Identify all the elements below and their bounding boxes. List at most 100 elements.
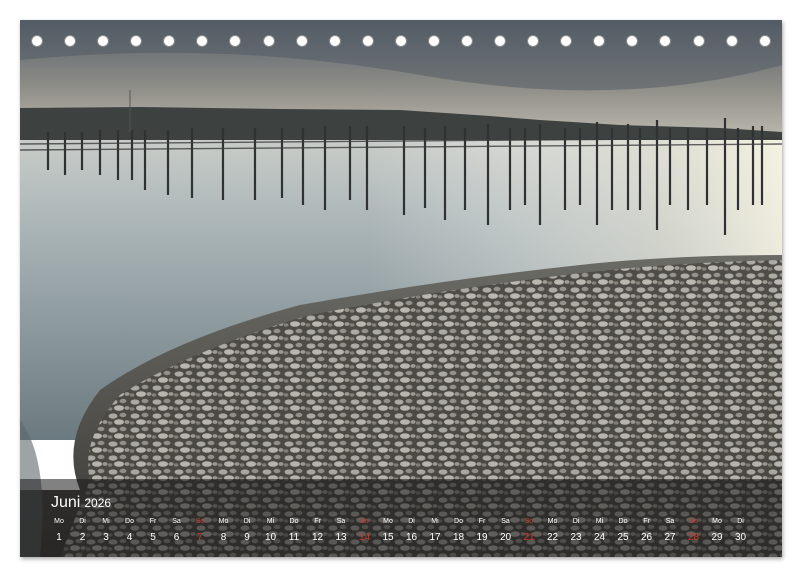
day-cell: Mo 29 bbox=[705, 517, 729, 545]
weekday-label: Di bbox=[572, 518, 580, 525]
binding-holes bbox=[31, 35, 771, 49]
weekday-label: Fr bbox=[149, 518, 157, 525]
day-number: 19 bbox=[476, 532, 488, 543]
weekday-label: So bbox=[689, 518, 698, 525]
weekday-label: Mo bbox=[712, 518, 722, 525]
day-number: 4 bbox=[126, 532, 133, 543]
day-number: 17 bbox=[429, 532, 441, 543]
weekday-label: Di bbox=[79, 518, 86, 525]
lake-photo bbox=[20, 20, 782, 557]
day-cell: Sa 27 bbox=[658, 517, 682, 545]
day-number: 28 bbox=[687, 532, 700, 543]
weekday-label: Do bbox=[454, 518, 463, 525]
day-number: 1 bbox=[56, 532, 62, 543]
day-cell: Mo 8 bbox=[212, 517, 236, 545]
weekday-label: Do bbox=[618, 518, 628, 525]
binding-hole bbox=[725, 35, 738, 47]
day-cell: Do 18 bbox=[447, 517, 471, 545]
day-cell: Di 9 bbox=[235, 517, 259, 545]
binding-hole bbox=[758, 35, 771, 47]
day-number: 8 bbox=[220, 532, 227, 543]
weekday-label: Mo bbox=[383, 518, 393, 525]
day-number: 26 bbox=[640, 532, 653, 543]
day-number: 29 bbox=[711, 532, 723, 543]
day-cell: Mo 22 bbox=[541, 517, 565, 545]
weekday-label: Mi bbox=[431, 518, 439, 525]
day-cell: Mi 3 bbox=[94, 517, 118, 545]
weekday-label: Do bbox=[125, 518, 134, 525]
day-cell: Mo 1 bbox=[47, 517, 71, 545]
day-number: 5 bbox=[150, 532, 156, 543]
day-cell: Fr 19 bbox=[470, 517, 494, 545]
day-number: 25 bbox=[617, 532, 629, 543]
day-number: 3 bbox=[103, 532, 109, 543]
day-number: 21 bbox=[523, 532, 535, 543]
weekday-label: So bbox=[360, 518, 369, 525]
day-cell: Do 4 bbox=[118, 517, 142, 545]
day-cell: Do 11 bbox=[282, 517, 306, 545]
year: 2026 bbox=[84, 496, 112, 510]
weekday-label: Mo bbox=[218, 518, 229, 525]
day-cell: Sa 20 bbox=[494, 517, 518, 545]
day-cell: Fr 5 bbox=[141, 517, 165, 545]
weekday-label: Mo bbox=[54, 518, 64, 525]
binding-hole bbox=[394, 35, 407, 47]
binding-hole bbox=[196, 35, 209, 47]
day-number: 15 bbox=[382, 532, 394, 543]
weekday-label: Sa bbox=[172, 518, 181, 525]
day-number: 16 bbox=[405, 532, 418, 543]
weekday-label: Fr bbox=[643, 518, 650, 525]
day-cell: Sa 6 bbox=[165, 517, 189, 545]
day-number: 2 bbox=[79, 532, 86, 543]
weekday-label: Mo bbox=[547, 518, 558, 525]
weekday-label: So bbox=[524, 518, 534, 525]
day-cell: Di 2 bbox=[71, 517, 95, 545]
day-cell: Di 23 bbox=[564, 517, 588, 545]
binding-hole bbox=[659, 35, 672, 47]
day-number: 20 bbox=[499, 532, 512, 543]
day-cell: Sa 13 bbox=[329, 517, 353, 545]
day-number: 11 bbox=[288, 532, 300, 543]
day-number: 24 bbox=[593, 532, 606, 543]
month-name: Juni bbox=[51, 494, 81, 511]
weekday-label: Fr bbox=[478, 518, 486, 525]
binding-hole bbox=[31, 35, 43, 47]
weekday-label: Di bbox=[243, 518, 251, 525]
binding-hole bbox=[295, 35, 308, 47]
day-number: 14 bbox=[358, 532, 371, 543]
weekday-label: Mi bbox=[595, 518, 604, 525]
day-number: 27 bbox=[664, 532, 676, 543]
weekday-label: Mi bbox=[102, 518, 110, 525]
day-cell: So 21 bbox=[517, 517, 541, 545]
binding-hole bbox=[229, 35, 242, 47]
weekday-label: Fr bbox=[314, 518, 321, 525]
day-number: 13 bbox=[335, 532, 347, 543]
day-cell: Mi 24 bbox=[588, 517, 612, 545]
binding-hole bbox=[361, 35, 374, 47]
day-cell: Do 25 bbox=[611, 517, 635, 545]
binding-hole bbox=[163, 35, 176, 47]
weekday-label: Sa bbox=[501, 518, 510, 525]
month-title: Juni 2026 bbox=[51, 494, 111, 512]
weekday-label: Di bbox=[408, 518, 415, 525]
day-cell: Mi 10 bbox=[259, 517, 283, 545]
binding-hole bbox=[64, 35, 77, 47]
binding-hole bbox=[130, 35, 143, 47]
day-cell: So 14 bbox=[353, 517, 377, 545]
day-number: 7 bbox=[197, 532, 203, 543]
binding-hole bbox=[97, 35, 110, 47]
day-number: 9 bbox=[244, 532, 250, 543]
weekday-label: Do bbox=[289, 518, 299, 525]
binding-hole bbox=[328, 35, 341, 47]
weekday-label: Mi bbox=[266, 518, 275, 525]
day-cell: Di 30 bbox=[729, 517, 753, 545]
binding-hole bbox=[692, 35, 705, 47]
day-number: 22 bbox=[546, 532, 559, 543]
day-number: 6 bbox=[173, 532, 180, 543]
weekday-label: Di bbox=[737, 518, 744, 525]
day-cell: So 28 bbox=[682, 517, 706, 545]
day-cell: Fr 12 bbox=[306, 517, 330, 545]
binding-hole bbox=[626, 35, 639, 47]
day-number: 10 bbox=[264, 532, 277, 543]
binding-hole bbox=[461, 35, 474, 47]
